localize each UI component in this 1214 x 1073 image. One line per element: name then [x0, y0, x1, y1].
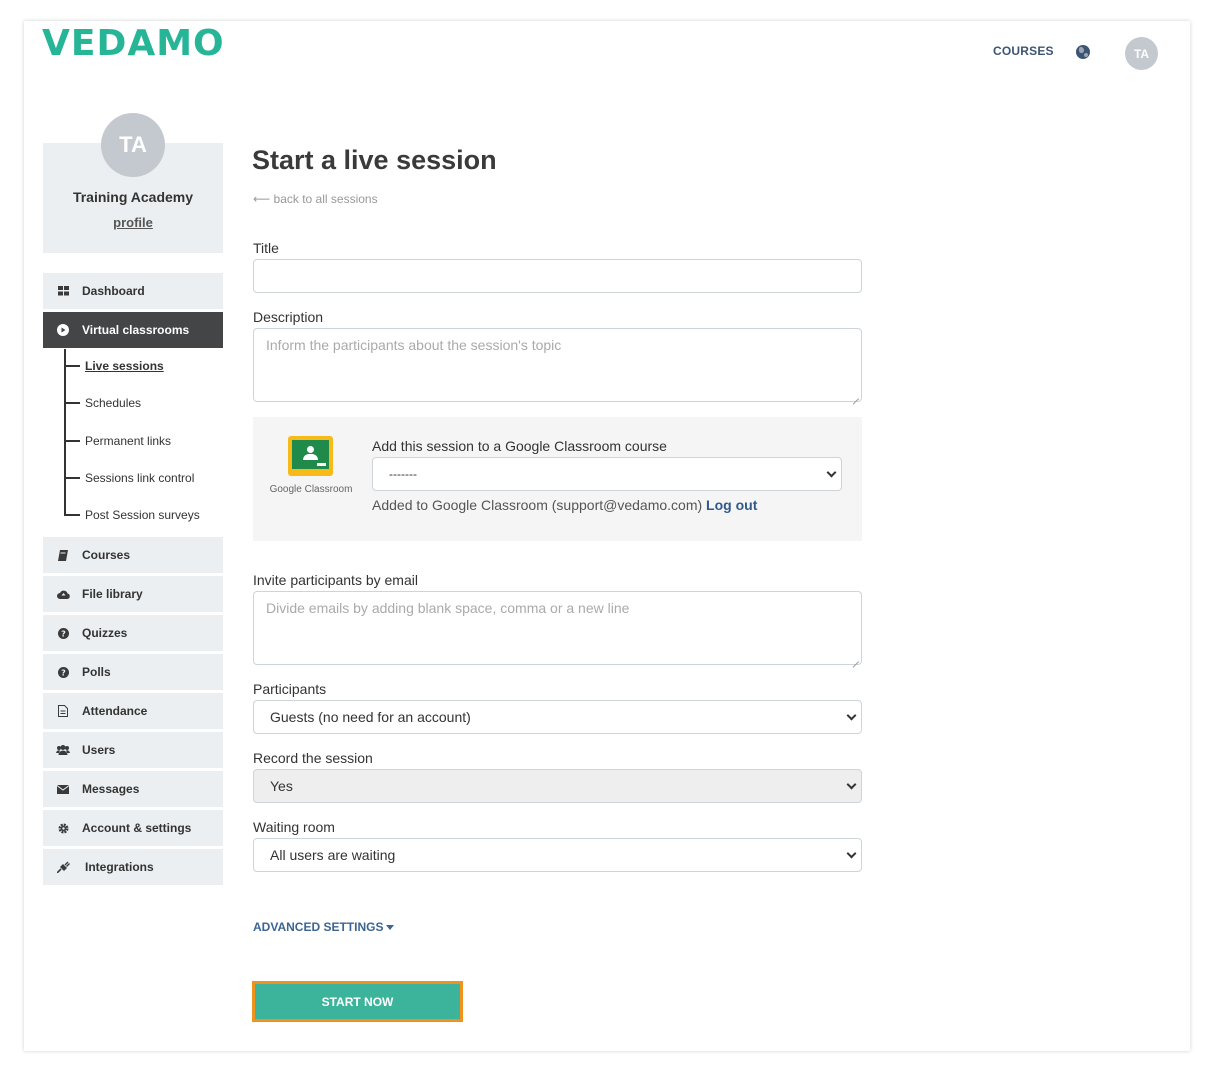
chevron-down-icon: [846, 779, 857, 790]
sidebar-item-users[interactable]: Users: [43, 732, 223, 768]
title-label: Title: [253, 240, 279, 256]
sidebar-item-virtual-classrooms[interactable]: Virtual classrooms: [43, 312, 223, 348]
vedamo-logo[interactable]: VEDAMO: [42, 22, 225, 64]
sidebar-item-label: Virtual classrooms: [82, 323, 190, 337]
google-classroom-status-text: Added to Google Classroom (support@vedam…: [372, 497, 703, 513]
dashboard-icon: [56, 284, 70, 298]
subitem-label: Sessions link control: [85, 471, 195, 485]
subitem-label: Schedules: [85, 396, 142, 410]
google-classroom-status: Added to Google Classroom (support@vedam…: [372, 497, 757, 513]
nav-courses-link[interactable]: COURSES: [993, 44, 1054, 58]
sidebar-item-quizzes[interactable]: ? Quizzes: [43, 615, 223, 651]
chevron-down-icon: [846, 848, 857, 859]
select-value: All users are waiting: [270, 847, 396, 863]
svg-text:?: ?: [61, 629, 66, 638]
resize-handle[interactable]: [851, 654, 859, 662]
plug-icon: [56, 860, 70, 874]
chevron-down-icon: [826, 467, 837, 478]
chevron-down-icon: [846, 710, 857, 721]
record-session-select[interactable]: Yes: [253, 769, 862, 803]
sidebar-item-label: Messages: [82, 782, 140, 796]
logo-text: VEDAMO: [42, 22, 225, 64]
back-to-sessions-link[interactable]: ⟵ back to all sessions: [253, 192, 378, 206]
record-label: Record the session: [253, 750, 373, 766]
sidebar-subitem-live-sessions[interactable]: Live sessions: [64, 359, 164, 373]
select-value: Guests (no need for an account): [270, 709, 471, 725]
subitem-label: Post Session surveys: [85, 508, 200, 522]
sidebar-item-courses[interactable]: Courses: [43, 537, 223, 573]
sidebar-item-label: File library: [82, 587, 143, 601]
sidebar-subitem-sessions-link-control[interactable]: Sessions link control: [64, 471, 194, 485]
sidebar-item-label: Account & settings: [82, 821, 192, 835]
sidebar-item-account-settings[interactable]: Account & settings: [43, 810, 223, 846]
participants-select[interactable]: Guests (no need for an account): [253, 700, 862, 734]
user-avatar[interactable]: TA: [1125, 37, 1158, 70]
invite-placeholder: Divide emails by adding blank space, com…: [266, 600, 630, 616]
envelope-icon: [56, 782, 70, 796]
sidebar-item-label: Attendance: [82, 704, 148, 718]
sidebar-item-label: Dashboard: [82, 284, 145, 298]
title-input[interactable]: [253, 259, 862, 293]
sub-menu-tree-line: [64, 349, 66, 516]
document-icon: [56, 704, 70, 718]
profile-link[interactable]: profile: [43, 215, 223, 230]
select-value: Yes: [270, 778, 293, 794]
question-circle-icon: ?: [56, 626, 70, 640]
invite-label: Invite participants by email: [253, 572, 418, 588]
advanced-settings-label: ADVANCED SETTINGS: [253, 920, 384, 934]
caret-down-icon: [386, 924, 395, 930]
book-icon: [56, 548, 70, 562]
sidebar-item-label: Courses: [82, 548, 131, 562]
sidebar-item-label: Polls: [82, 665, 111, 679]
google-classroom-course-select[interactable]: -------: [372, 457, 842, 491]
gear-icon: [56, 821, 70, 835]
sidebar-item-label: Integrations: [85, 860, 154, 874]
svg-text:?: ?: [61, 668, 66, 677]
sidebar-item-polls[interactable]: ? Polls: [43, 654, 223, 690]
sidebar-item-messages[interactable]: Messages: [43, 771, 223, 807]
sidebar-item-label: Quizzes: [82, 626, 128, 640]
users-icon: [56, 743, 70, 757]
select-value: -------: [389, 467, 417, 481]
subitem-label: Permanent links: [85, 434, 172, 448]
logout-link[interactable]: Log out: [706, 497, 757, 513]
sidebar-subitem-schedules[interactable]: Schedules: [64, 396, 141, 410]
sidebar-subitem-post-session-surveys[interactable]: Post Session surveys: [64, 508, 200, 522]
play-circle-icon: [56, 323, 70, 337]
description-textarea[interactable]: Inform the participants about the sessio…: [253, 328, 862, 402]
description-placeholder: Inform the participants about the sessio…: [266, 337, 562, 353]
waiting-room-select[interactable]: All users are waiting: [253, 838, 862, 872]
waiting-room-label: Waiting room: [253, 819, 335, 835]
advanced-settings-toggle[interactable]: ADVANCED SETTINGS: [253, 920, 395, 934]
subitem-label: Live sessions: [85, 359, 164, 373]
google-classroom-icon: [288, 436, 333, 476]
sidebar-item-integrations[interactable]: Integrations: [43, 849, 223, 885]
sidebar-item-attendance[interactable]: Attendance: [43, 693, 223, 729]
cloud-upload-icon: [56, 587, 70, 601]
google-classroom-logo-text: Google Classroom: [269, 484, 353, 495]
participants-label: Participants: [253, 681, 327, 697]
sidebar-item-label: Users: [82, 743, 116, 757]
description-label: Description: [253, 309, 324, 325]
resize-handle[interactable]: [851, 391, 859, 399]
question-circle-icon: ?: [56, 665, 70, 679]
google-classroom-label: Add this session to a Google Classroom c…: [372, 438, 667, 454]
page-title: Start a live session: [252, 145, 497, 175]
globe-icon[interactable]: [1076, 45, 1090, 59]
sidebar-item-dashboard[interactable]: Dashboard: [43, 273, 223, 309]
profile-name: Training Academy: [72, 189, 194, 205]
start-now-button[interactable]: START NOW: [252, 981, 463, 1022]
sidebar-subitem-permanent-links[interactable]: Permanent links: [64, 434, 171, 448]
invite-emails-textarea[interactable]: Divide emails by adding blank space, com…: [253, 591, 862, 665]
sidebar-item-file-library[interactable]: File library: [43, 576, 223, 612]
profile-avatar: TA: [101, 113, 165, 177]
